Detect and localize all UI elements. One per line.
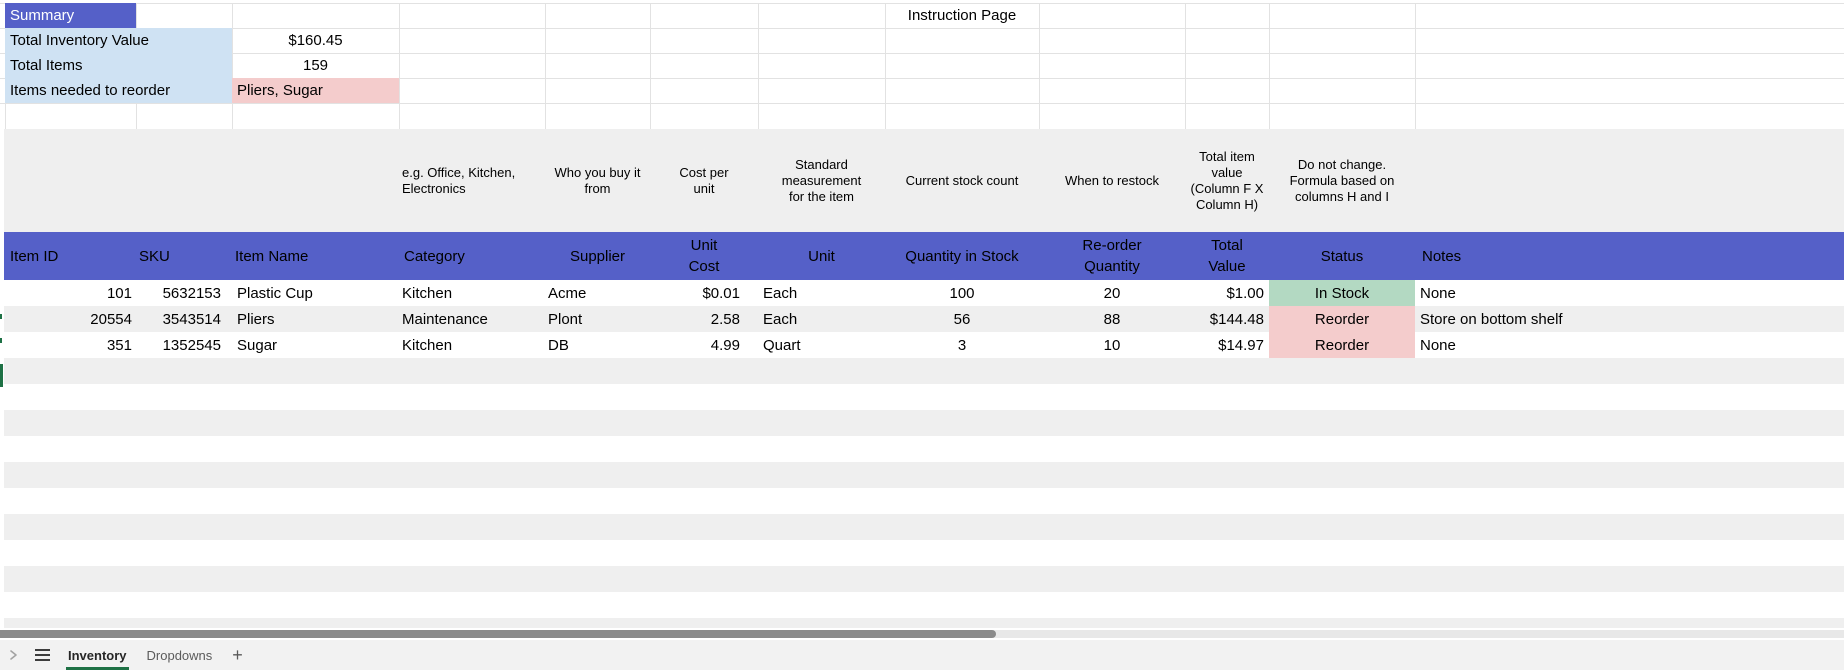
cell-unit-cost[interactable]: 4.99 [650, 332, 758, 358]
cell-reorder-qty[interactable]: 88 [1039, 306, 1185, 332]
cell-supplier[interactable]: DB [545, 332, 650, 358]
sheet-tab-bar: Inventory Dropdowns + [0, 640, 1844, 670]
gridline [1185, 3, 1186, 129]
spreadsheet-canvas: Summary Instruction Page Total Inventory… [0, 0, 1844, 670]
cell-total-value[interactable]: $1.00 [1185, 280, 1269, 306]
summary-label-total-items[interactable]: Total Items [5, 53, 232, 78]
desc-cell-unit-cost[interactable]: Cost per unit [650, 129, 758, 232]
hamburger-menu-icon[interactable] [35, 640, 50, 670]
cell-notes[interactable]: None [1415, 332, 1840, 358]
cell-category[interactable]: Maintenance [399, 306, 545, 332]
selection-edge-tick [0, 314, 2, 319]
cell-reorder-qty[interactable]: 20 [1039, 280, 1185, 306]
sheet-tab-inventory[interactable]: Inventory [66, 640, 129, 670]
cell-sku[interactable]: 3543514 [136, 306, 232, 332]
header-cell-total-value[interactable]: Total Value [1185, 232, 1269, 280]
header-cell-unit[interactable]: Unit [758, 232, 885, 280]
status-badge[interactable]: Reorder [1269, 306, 1415, 332]
cell-unit-cost[interactable]: 2.58 [650, 306, 758, 332]
desc-cell-unit[interactable]: Standard measurement for the item [758, 129, 885, 232]
active-cell-indicator [0, 364, 3, 387]
gridline [758, 3, 759, 129]
gridline [1269, 3, 1270, 129]
cell-item-id[interactable]: 20554 [5, 306, 136, 332]
header-cell-supplier[interactable]: Supplier [545, 232, 650, 280]
gridline [0, 103, 1844, 104]
gridline [399, 3, 400, 129]
desc-cell-status[interactable]: Do not change. Formula based on columns … [1269, 129, 1415, 232]
summary-value-items-to-reorder[interactable]: Pliers, Sugar [232, 78, 399, 103]
header-cell-unit-cost[interactable]: Unit Cost [650, 232, 758, 280]
header-cell-reorder-quantity[interactable]: Re-order Quantity [1039, 232, 1185, 280]
cell-unit[interactable]: Quart [758, 332, 885, 358]
gridline [1039, 3, 1040, 129]
summary-value-total-inventory-value[interactable]: $160.45 [232, 28, 399, 53]
header-cell-item-id[interactable]: Item ID [5, 232, 136, 280]
cell-item-name[interactable]: Pliers [232, 306, 399, 332]
cell-total-value[interactable]: $14.97 [1185, 332, 1269, 358]
sheet-tab-dropdowns[interactable]: Dropdowns [145, 640, 215, 670]
status-badge[interactable]: Reorder [1269, 332, 1415, 358]
cell-qty[interactable]: 56 [885, 306, 1039, 332]
header-cell-item-name[interactable]: Item Name [232, 232, 399, 280]
cell-supplier[interactable]: Plont [545, 306, 650, 332]
tab-scroll-chevron-icon[interactable] [8, 640, 19, 670]
header-cell-quantity-in-stock[interactable]: Quantity in Stock [885, 232, 1039, 280]
summary-label-total-inventory-value[interactable]: Total Inventory Value [5, 28, 232, 53]
desc-cell-quantity[interactable]: Current stock count [885, 129, 1039, 232]
status-badge[interactable]: In Stock [1269, 280, 1415, 306]
cell-category[interactable]: Kitchen [399, 332, 545, 358]
h-scrollbar-track[interactable] [0, 630, 1844, 638]
gridline [650, 3, 651, 129]
cell-notes[interactable]: None [1415, 280, 1840, 306]
header-cell-status[interactable]: Status [1269, 232, 1415, 280]
desc-cell-category[interactable]: e.g. Office, Kitchen, Electronics [399, 129, 545, 232]
cell-item-name[interactable]: Plastic Cup [232, 280, 399, 306]
header-cell-notes[interactable]: Notes [1415, 232, 1840, 280]
cell-notes[interactable]: Store on bottom shelf [1415, 306, 1840, 332]
header-cell-category[interactable]: Category [399, 232, 545, 280]
cell-category[interactable]: Kitchen [399, 280, 545, 306]
cell-unit[interactable]: Each [758, 280, 885, 306]
instruction-page-cell[interactable]: Instruction Page [885, 3, 1039, 28]
desc-cell-total-value[interactable]: Total item value (Column F X Column H) [1185, 129, 1269, 232]
gridline [545, 3, 546, 129]
gridline [1415, 3, 1416, 129]
cell-qty[interactable]: 100 [885, 280, 1039, 306]
desc-cell-supplier[interactable]: Who you buy it from [545, 129, 650, 232]
summary-title-cell[interactable]: Summary [5, 3, 136, 28]
cell-item-id[interactable]: 351 [5, 332, 136, 358]
desc-cell-reorder[interactable]: When to restock [1039, 129, 1185, 232]
empty-banded-rows [4, 358, 1844, 628]
cell-unit[interactable]: Each [758, 306, 885, 332]
cell-sku[interactable]: 1352545 [136, 332, 232, 358]
cell-unit-cost[interactable]: $0.01 [650, 280, 758, 306]
summary-label-items-to-reorder[interactable]: Items needed to reorder [5, 78, 232, 103]
header-cell-sku[interactable]: SKU [136, 232, 232, 280]
cell-supplier[interactable]: Acme [545, 280, 650, 306]
cell-item-name[interactable]: Sugar [232, 332, 399, 358]
cell-qty[interactable]: 3 [885, 332, 1039, 358]
cell-sku[interactable]: 5632153 [136, 280, 232, 306]
summary-value-total-items[interactable]: 159 [232, 53, 399, 78]
add-sheet-button[interactable]: + [230, 640, 245, 670]
h-scrollbar-thumb[interactable] [0, 630, 996, 638]
cell-reorder-qty[interactable]: 10 [1039, 332, 1185, 358]
cell-total-value[interactable]: $144.48 [1185, 306, 1269, 332]
cell-item-id[interactable]: 101 [5, 280, 136, 306]
selection-edge-tick [0, 338, 2, 343]
